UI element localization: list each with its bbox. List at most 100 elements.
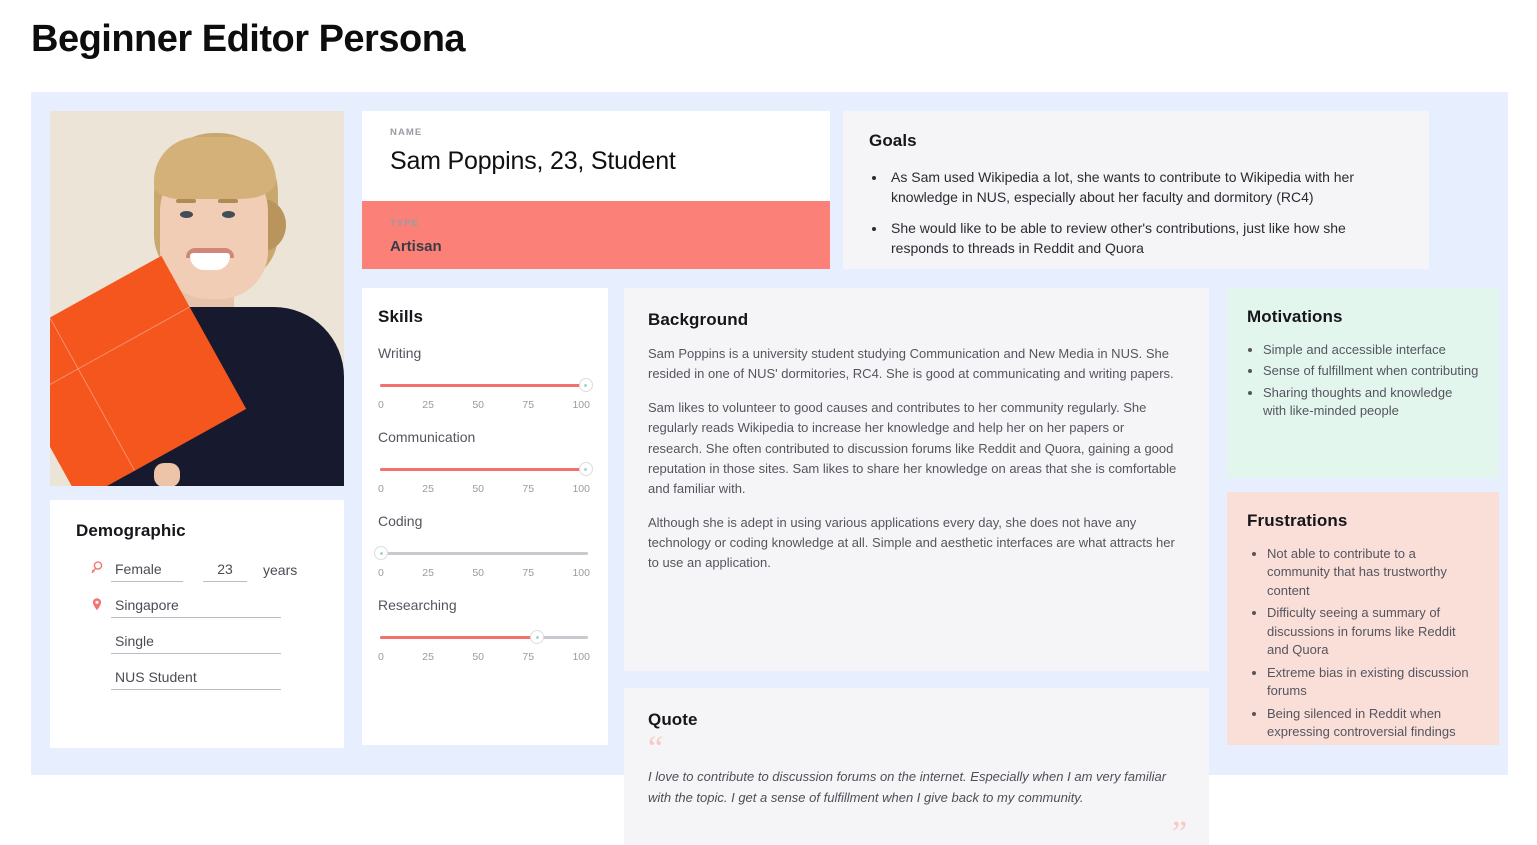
motivations-title: Motivations bbox=[1247, 307, 1343, 326]
skill-label: Researching bbox=[378, 597, 457, 613]
list-item: Difficulty seeing a summary of discussio… bbox=[1267, 604, 1479, 659]
name-card: NAME Sam Poppins, 23, Student bbox=[362, 111, 830, 201]
photo-hand bbox=[154, 463, 180, 486]
quote-close-mark: “ bbox=[1171, 799, 1187, 836]
skill-slider[interactable] bbox=[378, 375, 593, 395]
demographic-age[interactable]: 23 bbox=[203, 561, 247, 582]
skill-slider[interactable] bbox=[374, 543, 590, 563]
photo-eye-right bbox=[222, 211, 235, 218]
background-card: Background Sam Poppins is a university s… bbox=[624, 288, 1209, 671]
slider-track bbox=[380, 552, 588, 555]
name-label: NAME bbox=[390, 127, 423, 138]
type-card: TYPE Artisan bbox=[362, 201, 830, 269]
background-paragraph: Sam likes to volunteer to good causes an… bbox=[648, 400, 1177, 496]
tick-label: 100 bbox=[572, 651, 590, 663]
tick-label: 100 bbox=[572, 399, 590, 411]
photo-mouth bbox=[190, 253, 230, 270]
quote-open-mark: “ bbox=[648, 730, 664, 767]
list-item: Simple and accessible interface bbox=[1263, 341, 1479, 359]
tick-label: 50 bbox=[472, 399, 484, 411]
tick-label: 50 bbox=[472, 483, 484, 495]
list-item: Being silenced in Reddit when expressing… bbox=[1267, 705, 1479, 742]
tick-label: 75 bbox=[522, 483, 535, 495]
skill-label: Communication bbox=[378, 429, 476, 445]
goals-card: Goals As Sam used Wikipedia a lot, she w… bbox=[843, 111, 1429, 269]
slider-ticks: 0 25 50 75 100 bbox=[378, 399, 590, 411]
background-paragraph: Sam Poppins is a university student stud… bbox=[648, 346, 1174, 382]
tick-label: 25 bbox=[422, 399, 434, 411]
demographic-row-occupation: NUS Student bbox=[91, 669, 318, 690]
demographic-age-unit: years bbox=[263, 562, 298, 578]
demographic-gender[interactable]: Female bbox=[111, 561, 183, 582]
slider-ticks: 0 25 50 75 100 bbox=[378, 483, 590, 495]
frustrations-card: Frustrations Not able to contribute to a… bbox=[1227, 492, 1499, 745]
tick-label: 75 bbox=[522, 399, 535, 411]
motivations-list: Simple and accessible interface Sense of… bbox=[1263, 341, 1479, 421]
tick-label: 100 bbox=[572, 483, 590, 495]
female-symbol-icon bbox=[91, 561, 109, 578]
skill-label: Coding bbox=[378, 513, 423, 529]
tick-label: 75 bbox=[522, 567, 535, 579]
demographic-row-marital: Single bbox=[91, 633, 318, 654]
location-pin-icon bbox=[91, 597, 109, 614]
persona-board: Demographic Female 23 years Singapore Si… bbox=[31, 92, 1508, 845]
page-title: Beginner Editor Persona bbox=[31, 18, 466, 60]
quote-text: I love to contribute to discussion forum… bbox=[648, 769, 1167, 806]
demographic-location[interactable]: Singapore bbox=[111, 597, 281, 618]
tick-label: 0 bbox=[378, 483, 384, 495]
skill-coding: Coding 0 25 50 75 100 bbox=[374, 513, 590, 579]
skill-communication: Communication 0 25 50 75 100 bbox=[378, 429, 593, 495]
tick-label: 50 bbox=[472, 651, 484, 663]
demographic-marital-status[interactable]: Single bbox=[111, 633, 281, 654]
list-item: Sense of fulfillment when contributing bbox=[1263, 362, 1479, 380]
tick-label: 25 bbox=[422, 567, 434, 579]
slider-thumb[interactable] bbox=[530, 630, 544, 644]
skill-slider[interactable] bbox=[378, 459, 593, 479]
list-item: Extreme bias in existing discussion foru… bbox=[1267, 664, 1479, 701]
list-item: Not able to contribute to a community th… bbox=[1267, 545, 1479, 600]
slider-fill bbox=[380, 468, 588, 471]
demographic-row-gender-age: Female 23 years bbox=[91, 561, 318, 582]
skills-card: Skills Writing 0 25 50 75 100 Communicat… bbox=[362, 288, 608, 745]
photo-eyebrow-left bbox=[176, 199, 196, 203]
skill-slider[interactable] bbox=[378, 627, 590, 647]
background-paragraph: Although she is adept in using various a… bbox=[648, 514, 1175, 571]
photo-eyebrow-right bbox=[218, 199, 238, 203]
skill-researching: Researching 0 25 50 75 100 bbox=[378, 597, 590, 663]
list-item: Sharing thoughts and knowledge with like… bbox=[1263, 384, 1479, 421]
tick-label: 0 bbox=[378, 399, 384, 411]
slider-thumb[interactable] bbox=[374, 546, 388, 560]
type-label: TYPE bbox=[390, 218, 420, 229]
tick-label: 25 bbox=[422, 651, 434, 663]
slider-ticks: 0 25 50 75 100 bbox=[378, 567, 590, 579]
persona-photo bbox=[50, 111, 344, 486]
tick-label: 0 bbox=[378, 567, 384, 579]
quote-card: Quote “ I love to contribute to discussi… bbox=[624, 688, 1209, 845]
slider-thumb[interactable] bbox=[578, 462, 593, 476]
photo-hair-front bbox=[154, 137, 276, 199]
slider-fill bbox=[380, 636, 539, 639]
tick-label: 100 bbox=[572, 567, 590, 579]
frustrations-list: Not able to contribute to a community th… bbox=[1267, 545, 1479, 742]
goals-list: As Sam used Wikipedia a lot, she wants t… bbox=[887, 167, 1403, 258]
slider-ticks: 0 25 50 75 100 bbox=[378, 651, 590, 663]
demographic-row-location: Singapore bbox=[91, 597, 318, 618]
demographic-occupation[interactable]: NUS Student bbox=[111, 669, 281, 690]
demographic-card: Demographic Female 23 years Singapore Si… bbox=[50, 500, 344, 748]
motivations-card: Motivations Simple and accessible interf… bbox=[1227, 288, 1499, 478]
quote-title: Quote bbox=[648, 710, 698, 729]
photo-eye-left bbox=[180, 211, 193, 218]
background-title: Background bbox=[648, 310, 749, 329]
frustrations-title: Frustrations bbox=[1247, 511, 1348, 530]
slider-thumb[interactable] bbox=[578, 378, 593, 392]
tick-label: 75 bbox=[522, 651, 535, 663]
skills-title: Skills bbox=[378, 307, 424, 326]
slider-fill bbox=[380, 384, 588, 387]
tick-label: 50 bbox=[472, 567, 484, 579]
type-value: Artisan bbox=[390, 238, 442, 255]
skill-writing: Writing 0 25 50 75 100 bbox=[378, 345, 593, 411]
tick-label: 0 bbox=[378, 651, 384, 663]
demographic-title: Demographic bbox=[76, 521, 186, 540]
list-item: As Sam used Wikipedia a lot, she wants t… bbox=[887, 167, 1403, 208]
tick-label: 25 bbox=[422, 483, 434, 495]
